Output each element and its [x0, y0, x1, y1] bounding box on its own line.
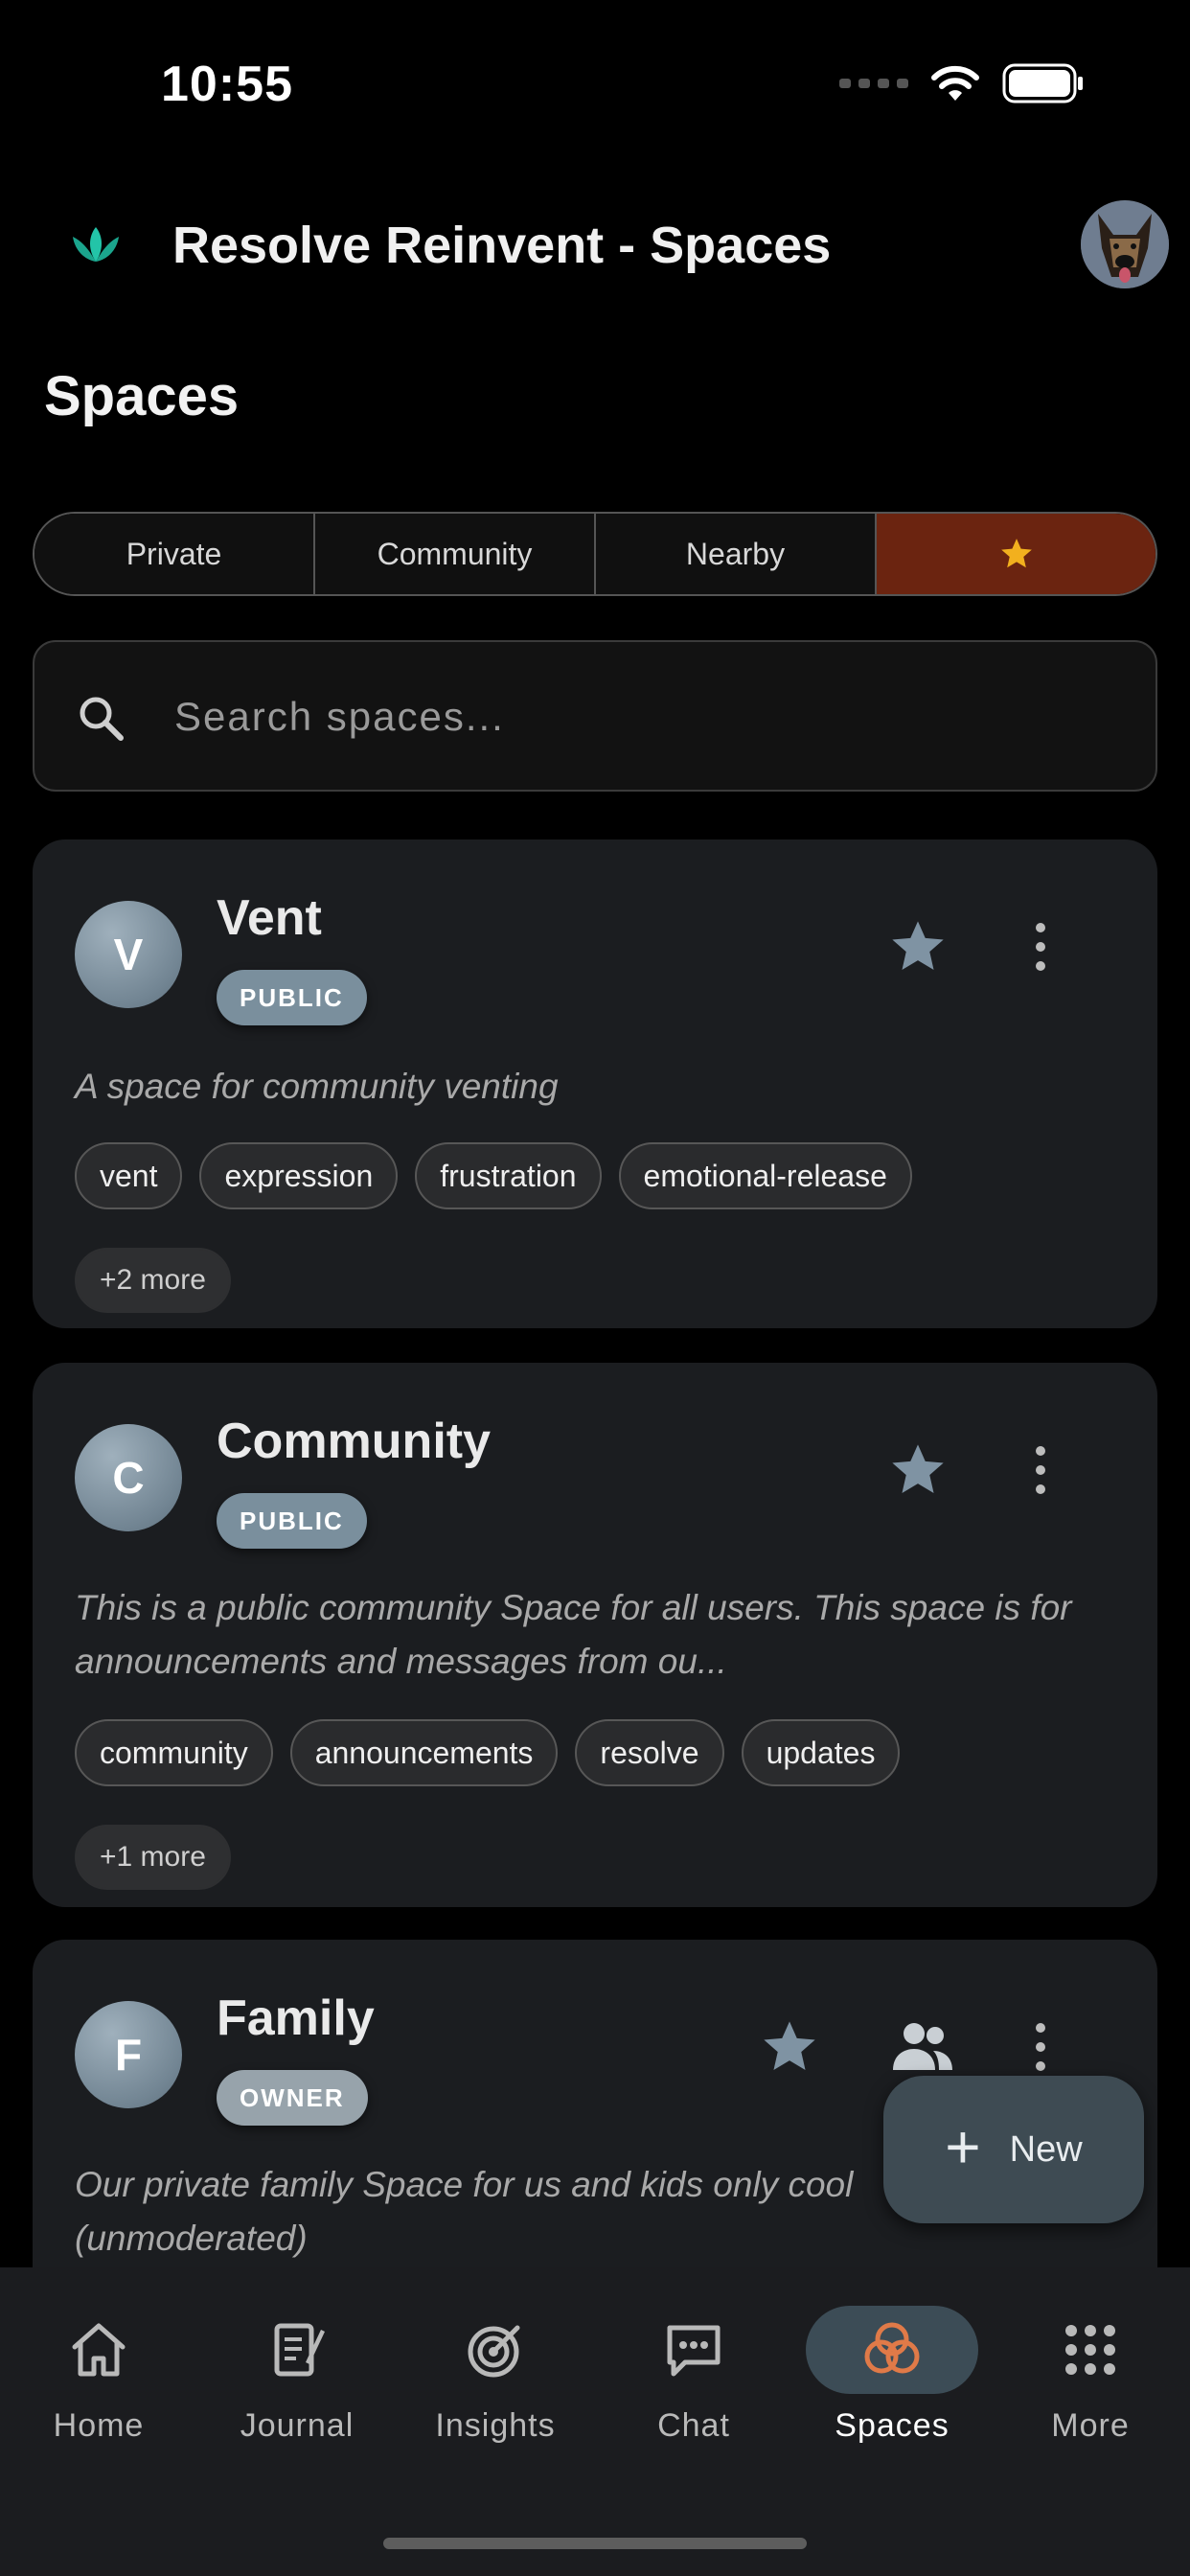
battery-icon: [1002, 63, 1083, 104]
members-icon[interactable]: [885, 2016, 958, 2078]
space-avatar: F: [75, 2001, 182, 2108]
new-space-label: New: [1009, 2128, 1083, 2170]
search-icon: [80, 697, 124, 741]
role-badge: OWNER: [217, 2070, 368, 2126]
tab-nearby[interactable]: Nearby: [596, 514, 877, 594]
nav-label: Spaces: [835, 2407, 950, 2444]
tag-chip[interactable]: frustration: [415, 1142, 602, 1209]
more-options-button[interactable]: [1021, 916, 1060, 978]
space-description: Our private family Space for us and kids…: [75, 2165, 854, 2258]
space-name: Family: [217, 1990, 375, 2046]
app-header: Resolve Reinvent - Spaces: [0, 187, 1190, 302]
page-title: Spaces: [44, 365, 240, 427]
wifi-icon: [931, 65, 979, 101]
journal-icon: [274, 2323, 325, 2377]
tag-chip[interactable]: resolve: [575, 1719, 724, 1786]
space-description: A space for community venting: [75, 1067, 559, 1106]
more-tags-chip[interactable]: +2 more: [75, 1248, 231, 1313]
visibility-badge: PUBLIC: [217, 970, 367, 1025]
nav-home[interactable]: Home: [3, 2306, 195, 2450]
search-box: [33, 640, 1157, 792]
tag-chip[interactable]: emotional-release: [618, 1142, 912, 1209]
nav-label: Chat: [657, 2407, 730, 2444]
dog-avatar-image: [1081, 200, 1169, 288]
favorite-star-button[interactable]: [887, 1439, 949, 1501]
home-indicator[interactable]: [383, 2538, 807, 2549]
nav-label: Journal: [240, 2407, 355, 2444]
app-title: Resolve Reinvent - Spaces: [172, 217, 832, 274]
plus-icon: +: [945, 2112, 981, 2181]
user-avatar[interactable]: [1081, 200, 1169, 288]
tag-chip[interactable]: vent: [75, 1142, 183, 1209]
status-time: 10:55: [161, 57, 293, 112]
target-icon: [468, 2325, 520, 2378]
tag-chip[interactable]: announcements: [289, 1719, 559, 1786]
chat-icon: [667, 2325, 721, 2377]
new-space-button[interactable]: + New: [883, 2076, 1144, 2223]
signal-icon: [839, 79, 908, 88]
visibility-badge: PUBLIC: [217, 1493, 367, 1549]
tag-list: vent expression frustration emotional-re…: [75, 1142, 1129, 1313]
space-name: Community: [217, 1414, 491, 1469]
tab-community[interactable]: Community: [315, 514, 596, 594]
lotus-logo-icon: [73, 227, 119, 262]
space-avatar: C: [75, 1424, 182, 1531]
search-input[interactable]: [174, 678, 1094, 755]
nav-more[interactable]: More: [995, 2306, 1186, 2450]
grid-icon: [1065, 2325, 1115, 2375]
tag-chip[interactable]: updates: [741, 1719, 901, 1786]
space-card-community[interactable]: C Community PUBLIC This is a public comm…: [33, 1363, 1157, 1907]
nav-journal[interactable]: Journal: [201, 2306, 393, 2450]
tag-chip[interactable]: expression: [199, 1142, 399, 1209]
status-icons: [839, 63, 1085, 104]
tag-chip[interactable]: community: [75, 1719, 273, 1786]
more-tags-chip[interactable]: +1 more: [75, 1825, 231, 1890]
favorite-star-button[interactable]: [887, 916, 949, 978]
nav-label: Insights: [435, 2407, 556, 2444]
space-name: Vent: [217, 890, 322, 946]
space-card-vent[interactable]: V Vent PUBLIC A space for community vent…: [33, 840, 1157, 1328]
space-filter-tabs: Private Community Nearby: [33, 512, 1157, 596]
tab-favorites[interactable]: [877, 514, 1156, 594]
star-icon: [1000, 539, 1032, 568]
space-avatar: V: [75, 901, 182, 1008]
nav-insights[interactable]: Insights: [400, 2306, 591, 2450]
tag-list: community announcements resolve updates …: [75, 1719, 1129, 1890]
home-icon: [72, 2323, 126, 2377]
more-options-button[interactable]: [1021, 1439, 1060, 1501]
bottom-navigation: Home Journal Insights Chat Spaces More: [0, 2267, 1190, 2576]
status-bar: 10:55: [0, 0, 1190, 172]
nav-chat[interactable]: Chat: [598, 2306, 790, 2450]
nav-label: Home: [53, 2407, 145, 2444]
tab-private[interactable]: Private: [34, 514, 315, 594]
spaces-icon: [864, 2322, 920, 2374]
more-options-button[interactable]: [1021, 2016, 1060, 2078]
nav-label: More: [1051, 2407, 1130, 2444]
favorite-star-button[interactable]: [759, 2016, 820, 2078]
space-description: This is a public community Space for all…: [75, 1588, 1072, 1681]
nav-spaces[interactable]: Spaces: [796, 2306, 988, 2450]
